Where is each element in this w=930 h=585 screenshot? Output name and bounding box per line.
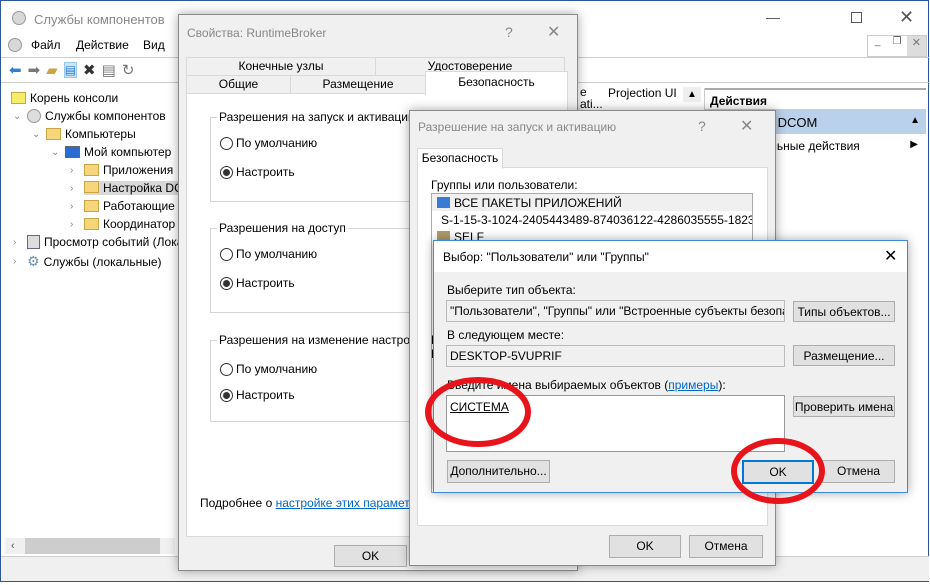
annotation-overlay <box>425 377 825 504</box>
highlight-circle-names <box>425 377 531 447</box>
highlight-circle-ok <box>731 438 825 504</box>
